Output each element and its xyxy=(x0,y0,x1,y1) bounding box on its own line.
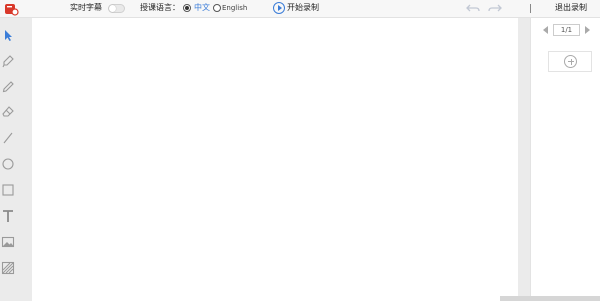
next-page-icon[interactable] xyxy=(585,26,590,34)
toolbar-divider xyxy=(530,4,531,13)
fill-icon[interactable] xyxy=(1,261,15,275)
eraser-icon[interactable] xyxy=(1,105,15,119)
prev-page-icon[interactable] xyxy=(543,26,548,34)
live-caption-toggle[interactable] xyxy=(108,4,125,13)
page-thumbnail-panel: 1/1 xyxy=(530,18,600,301)
add-page-button[interactable] xyxy=(548,51,592,72)
top-toolbar: 实时字幕 授课语言： 中文 English 开始录制 退出录制 xyxy=(0,0,600,18)
lang-option-english[interactable]: English xyxy=(222,3,247,13)
drawing-canvas[interactable] xyxy=(32,18,518,301)
redo-icon[interactable] xyxy=(487,2,503,14)
pointer-icon[interactable] xyxy=(1,28,15,42)
record-play-icon[interactable] xyxy=(273,2,285,14)
undo-icon[interactable] xyxy=(465,2,481,14)
pencil-icon[interactable] xyxy=(1,80,15,94)
lang-radio-english[interactable] xyxy=(213,4,221,12)
app-logo-icon xyxy=(5,4,19,16)
lang-radio-chinese[interactable] xyxy=(183,4,191,12)
circle-icon[interactable] xyxy=(1,157,15,171)
toggle-knob xyxy=(109,5,116,12)
add-icon xyxy=(564,55,577,68)
start-record-button[interactable]: 开始录制 xyxy=(287,3,319,13)
bottom-scroll-strip xyxy=(500,296,600,301)
lang-option-chinese[interactable]: 中文 xyxy=(194,3,210,13)
highlighter-icon[interactable] xyxy=(1,54,15,68)
language-label: 授课语言： xyxy=(140,3,180,12)
app-window: 实时字幕 授课语言： 中文 English 开始录制 退出录制 1/1 xyxy=(0,0,600,301)
page-indicator[interactable]: 1/1 xyxy=(553,24,580,36)
live-caption-label: 实时字幕 xyxy=(70,3,102,12)
image-icon[interactable] xyxy=(1,235,15,249)
line-icon[interactable] xyxy=(1,131,15,145)
exit-record-button[interactable]: 退出录制 xyxy=(555,3,587,13)
rectangle-icon[interactable] xyxy=(1,183,15,197)
text-icon[interactable] xyxy=(1,209,15,223)
